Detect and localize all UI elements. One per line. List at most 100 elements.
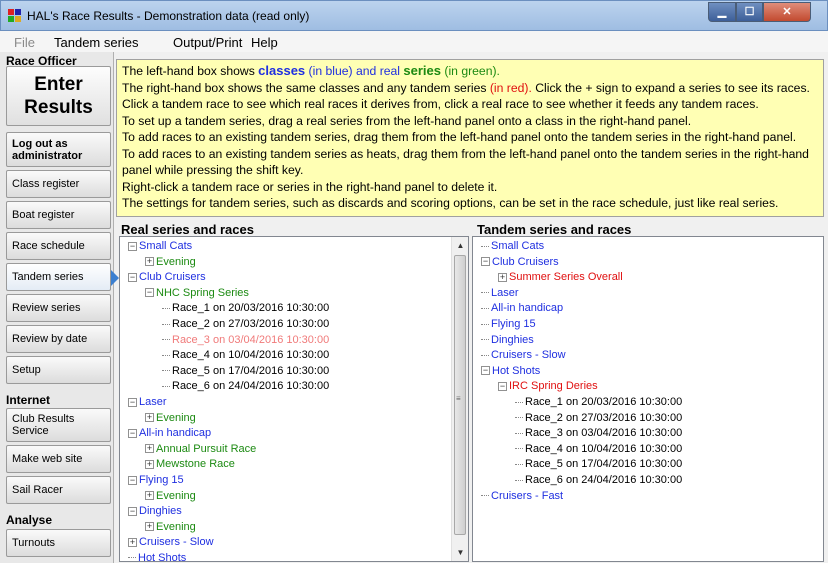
collapse-icon[interactable]: − [128, 506, 137, 516]
tree-race-node[interactable]: Race_3 on 03/04/2016 10:30:00 [120, 333, 329, 349]
tree-race-node[interactable]: Race_6 on 24/04/2016 10:30:00 [120, 379, 329, 395]
tree-series-node[interactable]: − NHC Spring Series [120, 286, 329, 302]
tree-class-node[interactable]: − Club Cruisers [473, 255, 682, 271]
tree-series-node[interactable]: + Annual Pursuit Race [120, 442, 329, 458]
expand-icon[interactable]: + [128, 537, 137, 547]
info-line-1: The left-hand box shows classes (in blue… [122, 63, 818, 80]
collapse-icon[interactable]: − [128, 428, 137, 438]
tree-race-node[interactable]: Race_5 on 17/04/2016 10:30:00 [473, 457, 682, 473]
tree-race-node[interactable]: Race_3 on 03/04/2016 10:30:00 [473, 426, 682, 442]
collapse-icon[interactable]: − [128, 397, 137, 407]
tree-class-node[interactable]: − Hot Shots [473, 364, 682, 380]
tree-series-node[interactable]: + Evening [120, 520, 329, 536]
tree-series-node[interactable]: − IRC Spring Deries [473, 379, 682, 395]
tree-class-node[interactable]: Hot Shots [120, 551, 329, 561]
tree-class-node[interactable]: − Laser [120, 395, 329, 411]
tandem-series-label: Tandem series [12, 271, 84, 283]
tree-class-node[interactable]: All-in handicap [473, 301, 682, 317]
menu-output-print[interactable]: Output/Print [173, 35, 242, 50]
expand-icon[interactable]: + [145, 257, 154, 267]
tree-race-node[interactable]: Race_4 on 10/04/2016 10:30:00 [473, 442, 682, 458]
collapse-icon[interactable]: − [481, 366, 490, 376]
tree-race-node[interactable]: Race_6 on 24/04/2016 10:30:00 [473, 473, 682, 489]
tree-node-label: Summer Series Overall [509, 271, 623, 284]
expand-icon[interactable]: + [145, 444, 154, 454]
tree-race-node[interactable]: Race_1 on 20/03/2016 10:30:00 [120, 301, 329, 317]
maximize-button[interactable]: ☐ [736, 2, 763, 22]
tandem-series-button[interactable]: Tandem series [6, 263, 119, 291]
tree-race-node[interactable]: Race_2 on 27/03/2016 10:30:00 [473, 411, 682, 427]
class-register-button[interactable]: Class register [6, 170, 111, 198]
scroll-up-icon[interactable]: ▲ [452, 237, 468, 254]
setup-label: Setup [12, 364, 41, 376]
close-button[interactable]: ✕ [763, 2, 811, 22]
tree-connector [515, 401, 523, 403]
collapse-icon[interactable]: − [128, 475, 137, 485]
tree-race-node[interactable]: Race_2 on 27/03/2016 10:30:00 [120, 317, 329, 333]
expand-icon[interactable]: + [498, 272, 507, 282]
review-by-date-button[interactable]: Review by date [6, 325, 111, 353]
info-text: The left-hand box shows [122, 64, 259, 78]
boat-register-button[interactable]: Boat register [6, 201, 111, 229]
expand-icon[interactable]: + [145, 491, 154, 501]
collapse-icon[interactable]: − [128, 272, 137, 282]
sail-racer-button[interactable]: Sail Racer [6, 476, 111, 504]
race-schedule-button[interactable]: Race schedule [6, 232, 111, 260]
info-text: Click the + sign to expand a series to s… [531, 80, 810, 95]
tree-series-node[interactable]: + Evening [120, 489, 329, 505]
collapse-icon[interactable]: − [145, 288, 154, 298]
tree-node-label: Race_2 on 27/03/2016 10:30:00 [525, 411, 683, 424]
tree-class-node[interactable]: − All-in handicap [120, 426, 329, 442]
logout-button[interactable]: Log out as administrator [6, 132, 111, 167]
collapse-icon[interactable]: − [498, 381, 507, 391]
expand-icon[interactable]: + [145, 522, 154, 532]
tree-race-node[interactable]: Race_4 on 10/04/2016 10:30:00 [120, 348, 329, 364]
collapse-icon[interactable]: − [481, 257, 490, 267]
tandem-series-tree[interactable]: Small Cats − Club Cruisers + Summer Series O… [472, 236, 824, 562]
tree-connector [162, 339, 170, 341]
expand-icon[interactable]: + [145, 459, 154, 469]
tree-series-node[interactable]: + Evening [120, 255, 329, 271]
tree-series-node[interactable]: + Summer Series Overall [473, 270, 682, 286]
tree-race-node[interactable]: Race_5 on 17/04/2016 10:30:00 [120, 364, 329, 380]
tree-race-node[interactable]: Race_1 on 20/03/2016 10:30:00 [473, 395, 682, 411]
sidebar: Race Officer Enter Results Log out as ad… [0, 52, 119, 563]
enter-results-button[interactable]: Enter Results [6, 66, 111, 126]
menu-help[interactable]: Help [251, 35, 278, 50]
vertical-scrollbar[interactable]: ▲ ≡ ▼ [451, 237, 468, 561]
menu-file[interactable]: File [14, 35, 35, 50]
info-series-word: series [403, 63, 441, 78]
boat-register-label: Boat register [12, 209, 75, 221]
tree-class-node[interactable]: Dinghies [473, 333, 682, 349]
make-web-site-button[interactable]: Make web site [6, 445, 111, 473]
tree-series-node[interactable]: + Mewstone Race [120, 457, 329, 473]
info-line-4: To set up a tandem series, drag a real s… [122, 113, 692, 128]
selected-arrow-icon [111, 270, 119, 286]
tree-connector [481, 354, 489, 356]
turnouts-button[interactable]: Turnouts [6, 529, 111, 557]
tree-class-node[interactable]: − Flying 15 [120, 473, 329, 489]
real-series-tree[interactable]: − Small Cats + Evening − Club Cruisers − NHC Sp… [119, 236, 469, 562]
tree-class-node[interactable]: − Club Cruisers [120, 270, 329, 286]
tree-class-node[interactable]: Cruisers - Slow [473, 348, 682, 364]
tree-class-node[interactable]: Flying 15 [473, 317, 682, 333]
tree-class-node[interactable]: − Small Cats [120, 239, 329, 255]
expand-icon[interactable]: + [145, 413, 154, 423]
review-series-button[interactable]: Review series [6, 294, 111, 322]
tree-node-label: Race_6 on 24/04/2016 10:30:00 [172, 380, 330, 393]
setup-button[interactable]: Setup [6, 356, 111, 384]
minimize-button[interactable]: ▁ [708, 2, 736, 22]
menu-tandem-series[interactable]: Tandem series [54, 35, 139, 50]
tree-class-node[interactable]: Small Cats [473, 239, 682, 255]
tree-class-node[interactable]: − Dinghies [120, 504, 329, 520]
tree-class-node[interactable]: Cruisers - Fast [473, 489, 682, 505]
tree-class-node[interactable]: Laser [473, 286, 682, 302]
tree-series-node[interactable]: + Evening [120, 411, 329, 427]
tree-connector [162, 323, 170, 325]
collapse-icon[interactable]: − [128, 241, 137, 251]
tree-node-label: Evening [156, 411, 196, 424]
scroll-down-icon[interactable]: ▼ [452, 544, 468, 561]
tree-node-label: Cruisers - Slow [139, 536, 214, 549]
club-results-service-button[interactable]: Club Results Service [6, 408, 111, 442]
tree-class-node[interactable]: + Cruisers - Slow [120, 535, 329, 551]
